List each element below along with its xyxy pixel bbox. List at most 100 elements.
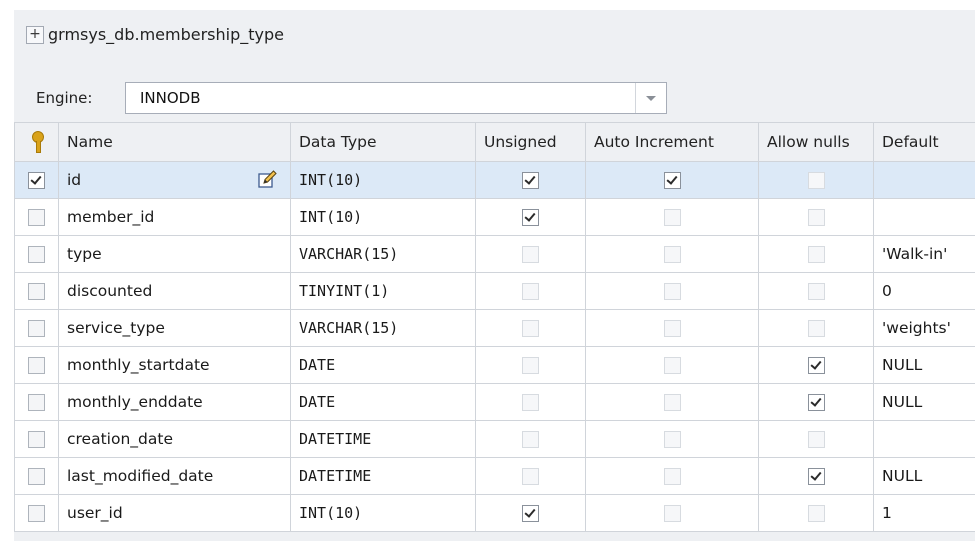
column-name-cell[interactable]: discounted [58, 272, 291, 310]
allow-nulls-checkbox[interactable] [807, 209, 825, 226]
auto-increment-checkbox[interactable] [663, 209, 681, 226]
expand-button[interactable]: + [26, 26, 44, 44]
default-cell[interactable]: 0 [873, 272, 975, 310]
header-unsigned[interactable]: Unsigned [475, 122, 586, 162]
allow-nulls-cell[interactable] [758, 272, 874, 310]
primary-key-checkbox[interactable] [28, 357, 45, 374]
chevron-down-icon[interactable] [635, 83, 666, 113]
allow-nulls-cell[interactable] [758, 457, 874, 495]
allow-nulls-cell[interactable] [758, 383, 874, 421]
allow-nulls-checkbox[interactable] [807, 468, 825, 485]
primary-key-cell[interactable] [14, 309, 59, 347]
auto-increment-checkbox[interactable] [663, 283, 681, 300]
primary-key-checkbox[interactable] [28, 283, 45, 300]
default-cell[interactable]: NULL [873, 346, 975, 384]
primary-key-cell[interactable] [14, 346, 59, 384]
allow-nulls-checkbox[interactable] [807, 505, 825, 522]
unsigned-cell[interactable] [475, 198, 586, 236]
table-row[interactable]: id INT(10) [14, 161, 975, 199]
auto-increment-cell[interactable] [585, 383, 759, 421]
auto-increment-cell[interactable] [585, 235, 759, 273]
column-name-cell[interactable]: member_id [58, 198, 291, 236]
column-name-cell[interactable]: monthly_enddate [58, 383, 291, 421]
default-cell[interactable] [873, 198, 975, 236]
allow-nulls-checkbox[interactable] [807, 172, 825, 189]
column-name-cell[interactable]: id [58, 161, 291, 199]
unsigned-cell[interactable] [475, 346, 586, 384]
allow-nulls-checkbox[interactable] [807, 394, 825, 411]
allow-nulls-checkbox[interactable] [807, 320, 825, 337]
primary-key-cell[interactable] [14, 198, 59, 236]
data-type-cell[interactable]: DATETIME [290, 457, 476, 495]
primary-key-checkbox[interactable] [28, 394, 45, 411]
allow-nulls-checkbox[interactable] [807, 431, 825, 448]
table-row[interactable]: last_modified_date DATETIME NULL [14, 457, 975, 495]
unsigned-checkbox[interactable] [522, 209, 539, 226]
data-type-cell[interactable]: DATETIME [290, 420, 476, 458]
auto-increment-cell[interactable] [585, 161, 759, 199]
header-auto-increment[interactable]: Auto Increment [585, 122, 759, 162]
default-cell[interactable]: NULL [873, 383, 975, 421]
auto-increment-checkbox[interactable] [663, 431, 681, 448]
primary-key-cell[interactable] [14, 272, 59, 310]
primary-key-checkbox[interactable] [28, 431, 45, 448]
unsigned-checkbox[interactable] [522, 172, 539, 189]
edit-icon[interactable] [258, 169, 278, 189]
data-type-cell[interactable]: TINYINT(1) [290, 272, 476, 310]
unsigned-checkbox[interactable] [522, 431, 539, 448]
auto-increment-cell[interactable] [585, 494, 759, 532]
header-default[interactable]: Default [873, 122, 975, 162]
auto-increment-checkbox[interactable] [663, 357, 681, 374]
table-row[interactable]: member_id INT(10) [14, 198, 975, 236]
column-name-cell[interactable]: creation_date [58, 420, 291, 458]
unsigned-cell[interactable] [475, 457, 586, 495]
auto-increment-checkbox[interactable] [663, 246, 681, 263]
data-type-cell[interactable]: INT(10) [290, 161, 476, 199]
table-row[interactable]: type VARCHAR(15) 'Walk-in' [14, 235, 975, 273]
allow-nulls-cell[interactable] [758, 161, 874, 199]
header-name[interactable]: Name [58, 122, 291, 162]
auto-increment-checkbox[interactable] [663, 172, 681, 189]
allow-nulls-cell[interactable] [758, 420, 874, 458]
auto-increment-cell[interactable] [585, 346, 759, 384]
auto-increment-cell[interactable] [585, 457, 759, 495]
primary-key-checkbox[interactable] [28, 320, 45, 337]
unsigned-checkbox[interactable] [522, 394, 539, 411]
auto-increment-checkbox[interactable] [663, 394, 681, 411]
data-type-cell[interactable]: INT(10) [290, 198, 476, 236]
data-type-cell[interactable]: VARCHAR(15) [290, 309, 476, 347]
table-row[interactable]: creation_date DATETIME [14, 420, 975, 458]
primary-key-cell[interactable] [14, 457, 59, 495]
unsigned-cell[interactable] [475, 494, 586, 532]
auto-increment-checkbox[interactable] [663, 320, 681, 337]
allow-nulls-cell[interactable] [758, 494, 874, 532]
primary-key-checkbox[interactable] [28, 209, 45, 226]
auto-increment-cell[interactable] [585, 272, 759, 310]
unsigned-cell[interactable] [475, 383, 586, 421]
header-data-type[interactable]: Data Type [290, 122, 476, 162]
default-cell[interactable] [873, 161, 975, 199]
allow-nulls-checkbox[interactable] [807, 246, 825, 263]
auto-increment-cell[interactable] [585, 420, 759, 458]
primary-key-header[interactable] [14, 122, 59, 162]
unsigned-checkbox[interactable] [522, 246, 539, 263]
column-name-cell[interactable]: last_modified_date [58, 457, 291, 495]
primary-key-cell[interactable] [14, 235, 59, 273]
unsigned-cell[interactable] [475, 309, 586, 347]
column-name-cell[interactable]: user_id [58, 494, 291, 532]
data-type-cell[interactable]: DATE [290, 346, 476, 384]
primary-key-cell[interactable] [14, 494, 59, 532]
unsigned-checkbox[interactable] [522, 283, 539, 300]
data-type-cell[interactable]: VARCHAR(15) [290, 235, 476, 273]
allow-nulls-cell[interactable] [758, 235, 874, 273]
auto-increment-checkbox[interactable] [663, 505, 681, 522]
allow-nulls-checkbox[interactable] [807, 357, 825, 374]
allow-nulls-cell[interactable] [758, 309, 874, 347]
default-cell[interactable]: 1 [873, 494, 975, 532]
engine-select[interactable]: INNODB [125, 82, 667, 114]
unsigned-cell[interactable] [475, 420, 586, 458]
default-cell[interactable] [873, 420, 975, 458]
default-cell[interactable]: NULL [873, 457, 975, 495]
unsigned-cell[interactable] [475, 272, 586, 310]
table-row[interactable]: monthly_enddate DATE NULL [14, 383, 975, 421]
